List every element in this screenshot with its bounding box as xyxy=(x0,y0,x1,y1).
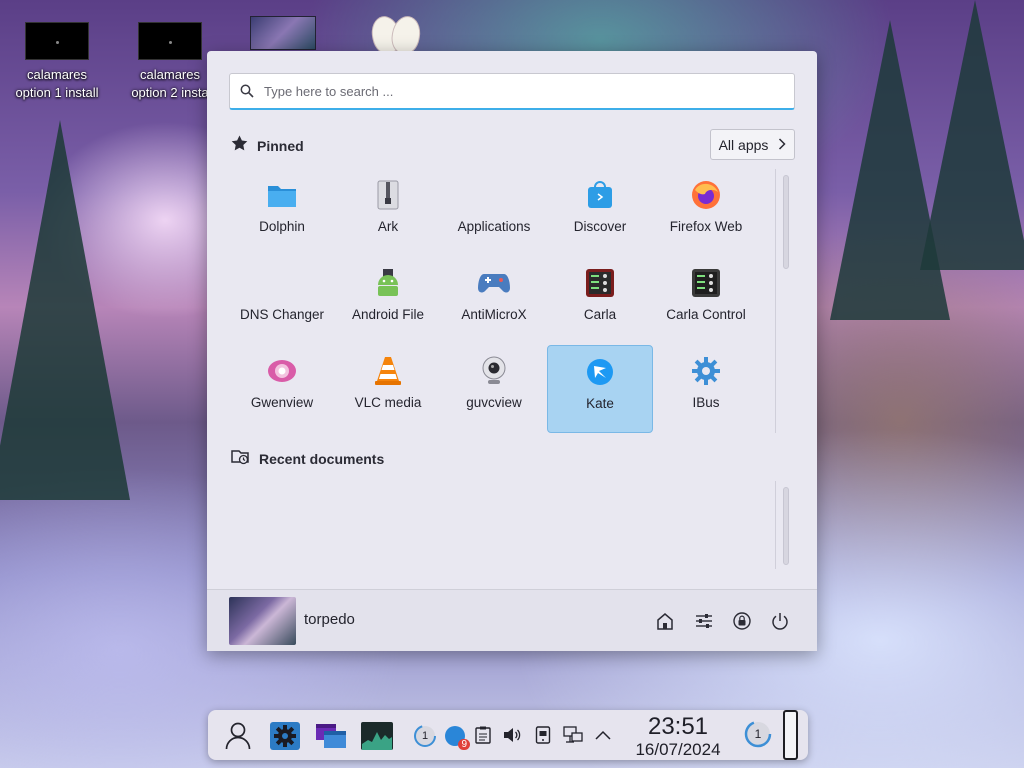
chevron-right-icon xyxy=(778,137,786,153)
app-antimicrox[interactable]: AntiMicroX xyxy=(441,257,547,345)
lock-icon[interactable] xyxy=(730,609,754,633)
app-applications[interactable]: Applications xyxy=(441,169,547,257)
search-icon xyxy=(230,84,264,98)
settings-sliders-icon[interactable] xyxy=(692,609,716,633)
desktop-icon-label: calamares option 1 install xyxy=(15,67,99,100)
update-count-badge: 1 xyxy=(421,730,429,742)
window-manager-icon[interactable] xyxy=(314,720,348,752)
user-icon[interactable] xyxy=(222,720,254,752)
notifications-icon[interactable]: 9 xyxy=(442,723,470,750)
taskbar: 1 9 23:51 16/07/2024 1 xyxy=(208,710,808,760)
app-ibus[interactable]: IBus xyxy=(653,345,759,433)
clipboard-icon[interactable] xyxy=(472,724,494,746)
notification-count-badge: 9 xyxy=(458,739,470,750)
tree-decoration xyxy=(0,120,130,500)
clock-date: 16/07/2024 xyxy=(635,740,721,759)
desktop-egg-icon[interactable] xyxy=(366,16,422,52)
desktop-image-thumbnail-icon[interactable] xyxy=(250,16,316,50)
pinned-header: Pinned xyxy=(231,135,304,156)
desktop-icon-calamares-2[interactable]: calamares option 2 insta xyxy=(120,22,220,102)
shopping-bag-icon xyxy=(584,179,616,211)
desktop-icon-label: calamares option 2 insta xyxy=(131,67,209,100)
folder-icon xyxy=(266,179,298,211)
audio-rack-icon xyxy=(690,267,722,299)
app-carla[interactable]: Carla xyxy=(547,257,653,345)
app-guvcview[interactable]: guvcview xyxy=(441,345,547,433)
avatar[interactable] xyxy=(229,597,296,645)
device-storage-icon[interactable] xyxy=(532,724,554,746)
app-kate[interactable]: Kate xyxy=(547,345,653,433)
chevron-up-icon[interactable] xyxy=(592,724,614,746)
search-box[interactable] xyxy=(229,73,795,110)
clock-time: 23:51 xyxy=(647,713,709,740)
app-discover[interactable]: Discover xyxy=(547,169,653,257)
app-firefox[interactable]: Firefox Web xyxy=(653,169,759,257)
scrollbar-track xyxy=(775,481,776,569)
all-apps-label: All apps xyxy=(718,136,769,153)
terminal-thumbnail-icon xyxy=(138,22,202,60)
image-viewer-icon xyxy=(266,355,298,387)
show-desktop-button[interactable] xyxy=(783,710,798,760)
app-gwenview[interactable]: Gwenview xyxy=(229,345,335,433)
clock[interactable]: 23:51 16/07/2024 xyxy=(626,714,730,760)
tree-decoration xyxy=(920,0,1024,270)
pinned-title: Pinned xyxy=(257,137,304,154)
desktop-icon-calamares-1[interactable]: calamares option 1 install xyxy=(7,22,107,102)
star-icon xyxy=(231,135,248,156)
webcam-icon xyxy=(478,355,510,387)
scrollbar-track xyxy=(775,169,776,433)
recent-documents-icon xyxy=(231,447,249,470)
recent-documents-title: Recent documents xyxy=(259,450,385,467)
app-vlc[interactable]: VLC media xyxy=(335,345,441,433)
application-launcher: Pinned All apps Dolphin Ark Applications xyxy=(207,51,817,651)
terminal-thumbnail-icon xyxy=(25,22,89,60)
app-carla-control[interactable]: Carla Control xyxy=(653,257,759,345)
workspace-number-badge: 1 xyxy=(754,727,762,741)
all-apps-button[interactable]: All apps xyxy=(710,129,795,160)
blank-icon xyxy=(478,179,510,211)
power-icon[interactable] xyxy=(768,609,792,633)
system-settings-icon[interactable] xyxy=(268,720,302,752)
firefox-icon xyxy=(690,179,722,211)
audio-rack-icon xyxy=(584,267,616,299)
recent-documents-header: Recent documents xyxy=(231,447,384,470)
search-input[interactable] xyxy=(264,83,764,99)
app-android-file[interactable]: Android File xyxy=(335,257,441,345)
recent-scrollbar[interactable] xyxy=(783,487,789,565)
username: torpedo xyxy=(304,611,355,628)
update-notifier-icon[interactable]: 1 xyxy=(412,723,438,749)
pinned-scrollbar[interactable] xyxy=(783,175,789,269)
kate-icon xyxy=(584,356,616,388)
app-ark[interactable]: Ark xyxy=(335,169,441,257)
pinned-apps-grid: Dolphin Ark Applications Discover Firefo… xyxy=(229,169,759,433)
gamepad-icon xyxy=(478,267,510,299)
app-dolphin[interactable]: Dolphin xyxy=(229,169,335,257)
system-monitor-icon[interactable] xyxy=(360,720,394,752)
traffic-cone-icon xyxy=(372,355,404,387)
workspace-pager-icon[interactable]: 1 xyxy=(743,719,773,749)
home-icon[interactable] xyxy=(653,609,677,633)
volume-icon[interactable] xyxy=(501,724,523,746)
gear-icon xyxy=(690,355,722,387)
network-icon[interactable] xyxy=(562,724,584,746)
archive-icon xyxy=(372,179,404,211)
blank-icon xyxy=(266,267,298,299)
app-dns-changer[interactable]: DNS Changer xyxy=(229,257,335,345)
android-icon xyxy=(372,267,404,299)
launcher-footer: torpedo xyxy=(207,589,817,651)
